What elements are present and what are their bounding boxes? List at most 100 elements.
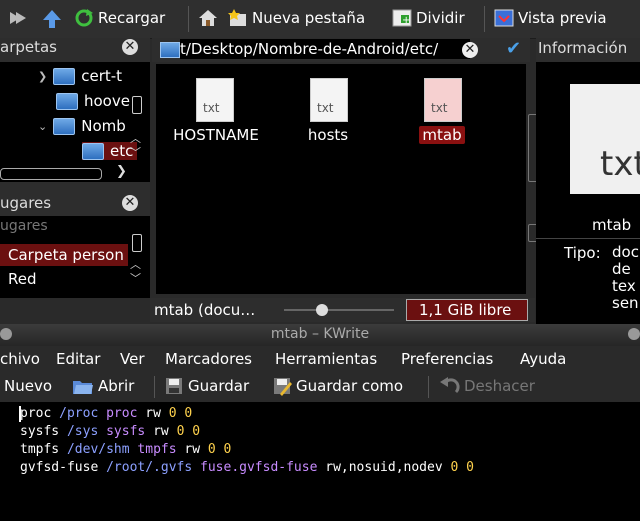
- toolbar-separator: [188, 6, 189, 32]
- save-icon: [166, 378, 182, 394]
- svg-text:+: +: [402, 15, 410, 26]
- editor-line: tmpfs /dev/shm tmpfs rw 0 0: [20, 441, 474, 459]
- save-button[interactable]: Guardar: [164, 376, 249, 396]
- info-type-label: Tipo:: [564, 244, 601, 262]
- editor-token: sysfs: [106, 424, 154, 439]
- location-bar: ✕ ✔: [152, 38, 530, 62]
- folder-icon: [53, 117, 76, 135]
- folders-panel-title: arpetas: [0, 38, 57, 56]
- places-list: ugares Carpeta person Red ︿ ﹀: [0, 216, 150, 298]
- editor-token: tmpfs: [137, 442, 185, 457]
- location-path-input[interactable]: [180, 39, 470, 59]
- text-file-icon: txt: [424, 78, 462, 122]
- close-icon[interactable]: ✕: [122, 195, 138, 211]
- new-tab-button[interactable]: Nueva pestaña: [228, 8, 365, 28]
- menu-tools[interactable]: Herramientas: [275, 350, 377, 368]
- reload-button[interactable]: Recargar: [74, 8, 165, 28]
- editor-line: proc /proc proc rw 0 0: [20, 405, 474, 423]
- folders-tree: ❯ cert-t hoove ⌄ Nomb etc ︿ ﹀ ❯: [0, 62, 150, 182]
- folder-icon: [82, 142, 104, 160]
- menu-file[interactable]: chivo: [0, 350, 40, 368]
- editor-token: rw,nosuid,nodev: [325, 460, 451, 475]
- tree-item[interactable]: hoove: [56, 92, 130, 110]
- preview-label: Vista previa: [518, 9, 607, 27]
- editor-token: 0 0: [176, 424, 201, 439]
- kwrite-titlebar[interactable]: mtab – KWrite: [0, 324, 640, 346]
- reload-icon: [75, 9, 93, 27]
- close-window-icon[interactable]: [628, 328, 640, 340]
- status-file-info: mtab (docu…: [154, 301, 256, 319]
- editor-token: 0 0: [450, 460, 474, 475]
- text-file-icon: txt: [310, 78, 348, 122]
- editor-token: tmpfs: [20, 442, 67, 457]
- split-view-icon: +: [392, 9, 412, 27]
- confirm-location-icon[interactable]: ✔: [506, 38, 521, 59]
- editor-token: fuse.gvfsd-fuse: [200, 460, 326, 475]
- vertical-scrollbar[interactable]: ︿ ﹀: [130, 90, 142, 160]
- menu-bookmarks[interactable]: Marcadores: [165, 350, 252, 368]
- close-icon[interactable]: ✕: [122, 39, 138, 55]
- tree-item[interactable]: ⌄ Nomb: [38, 117, 126, 135]
- menu-help[interactable]: Ayuda: [520, 350, 566, 368]
- menu-settings[interactable]: Preferencias: [401, 350, 493, 368]
- forward-arrow-icon: [10, 12, 26, 24]
- zoom-slider[interactable]: [284, 304, 394, 316]
- chevron-down-icon[interactable]: ﹀: [130, 144, 141, 160]
- folder-icon: [56, 92, 78, 110]
- places-panel-title: ugares: [0, 194, 52, 212]
- home-icon: [199, 10, 217, 26]
- forward-button[interactable]: [8, 8, 28, 28]
- tree-item[interactable]: ❯ cert-t: [38, 67, 122, 85]
- text-editor[interactable]: proc /proc proc rw 0 0 sysfs /sys sysfs r…: [0, 402, 640, 521]
- tree-item-label: Nomb: [81, 117, 126, 135]
- menu-edit[interactable]: Editar: [56, 350, 100, 368]
- text-file-preview-icon: txt: [570, 84, 640, 194]
- file-name: mtab: [419, 126, 465, 144]
- info-type-value: doc de tex sen: [612, 243, 639, 312]
- editor-token: 0 0: [168, 406, 193, 421]
- chevron-right-icon[interactable]: ❯: [116, 164, 127, 179]
- clear-location-icon[interactable]: ✕: [462, 42, 478, 58]
- place-item-label: Red: [8, 270, 37, 288]
- editor-line: sysfs /sys sysfs rw 0 0: [20, 423, 474, 441]
- undo-button[interactable]: Deshacer: [438, 376, 535, 396]
- folders-panel: arpetas ✕ ❯ cert-t hoove ⌄ Nomb etc ︿ ﹀ …: [0, 38, 150, 190]
- vertical-scrollbar[interactable]: ︿ ﹀: [130, 230, 142, 290]
- status-bar: mtab (docu… 1,1 GiB libre: [150, 298, 535, 322]
- editor-token: gvfsd-fuse: [20, 460, 107, 475]
- menu-view[interactable]: Ver: [120, 350, 145, 368]
- file-item[interactable]: txt hosts: [288, 78, 368, 144]
- place-item-network[interactable]: Red: [8, 270, 37, 288]
- places-section-header: ugares: [0, 218, 48, 234]
- preview-icon: [494, 9, 514, 27]
- chevron-down-icon[interactable]: ﹀: [130, 270, 141, 286]
- file-item-selected[interactable]: txt mtab: [402, 78, 482, 144]
- information-panel: Información txt mtab Tipo: doc de tex se…: [536, 38, 640, 324]
- preview-button[interactable]: Vista previa: [494, 8, 607, 28]
- vertical-scrollbar[interactable]: [524, 124, 526, 184]
- info-file-name: mtab: [592, 216, 632, 234]
- horizontal-scrollbar[interactable]: [0, 168, 102, 180]
- open-button[interactable]: Abrir: [72, 376, 134, 396]
- save-as-button[interactable]: Guardar como: [272, 376, 403, 396]
- file-view: txt HOSTNAME txt hosts txt mtab: [156, 64, 526, 294]
- home-button[interactable]: [198, 8, 218, 28]
- toolbar-separator: [484, 6, 485, 32]
- editor-token: 0 0: [207, 442, 232, 457]
- save-as-icon: [274, 378, 292, 396]
- save-label: Guardar: [188, 377, 250, 395]
- kwrite-toolbar: Nuevo Abrir Guardar Guardar como Deshace…: [0, 372, 640, 402]
- reload-label: Recargar: [98, 9, 166, 27]
- up-button[interactable]: [42, 8, 62, 30]
- place-item-home[interactable]: Carpeta person: [0, 244, 128, 266]
- split-label: Dividir: [416, 9, 465, 27]
- file-item[interactable]: txt HOSTNAME: [166, 78, 266, 144]
- editor-content[interactable]: proc /proc proc rw 0 0 sysfs /sys sysfs r…: [20, 405, 474, 477]
- open-label: Abrir: [98, 377, 135, 395]
- new-button[interactable]: Nuevo: [4, 377, 52, 395]
- zoom-slider-handle[interactable]: [316, 304, 328, 316]
- split-button[interactable]: + Dividir: [392, 8, 465, 28]
- editor-token: sysfs: [20, 424, 67, 439]
- free-space-indicator: 1,1 GiB libre: [406, 299, 528, 321]
- text-file-icon: txt: [196, 78, 234, 122]
